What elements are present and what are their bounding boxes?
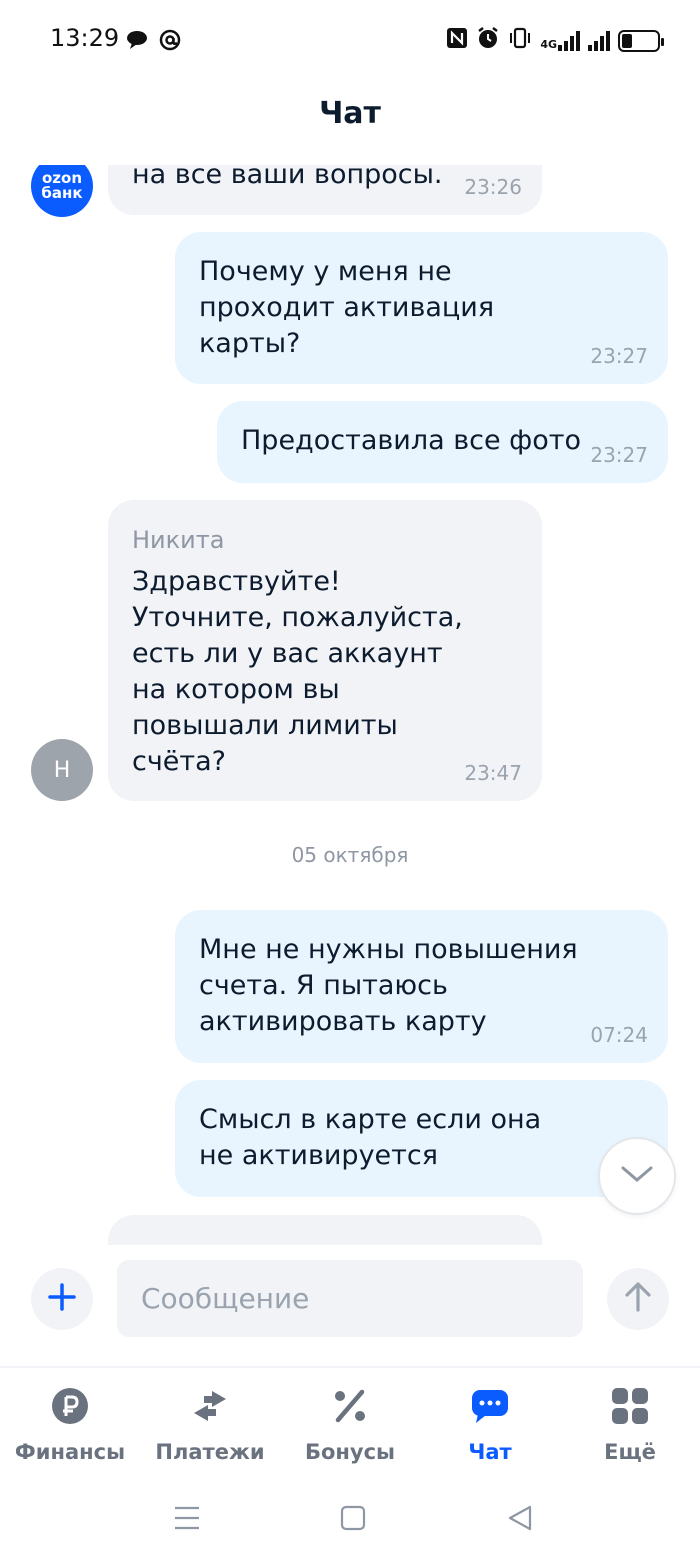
network-label: 4G bbox=[540, 37, 557, 51]
home-button[interactable] bbox=[333, 1504, 373, 1536]
message-text: Смысл в карте если она не активируется bbox=[199, 1104, 542, 1171]
vibrate-icon bbox=[508, 27, 532, 54]
page-title: Чат bbox=[319, 96, 381, 131]
message-outgoing: Почему у меня не проходит активация карт… bbox=[175, 232, 668, 384]
menu-icon bbox=[173, 1505, 201, 1535]
message-sender: Никита bbox=[132, 526, 225, 554]
message-text: на все ваши вопросы. bbox=[132, 165, 443, 190]
triangle-back-icon bbox=[507, 1505, 533, 1535]
message-composer bbox=[0, 1245, 700, 1365]
bottom-navigation: Финансы Платежи Бонусы Чат Ещё bbox=[0, 1366, 700, 1476]
attach-button[interactable] bbox=[31, 1268, 93, 1330]
at-sign-icon bbox=[158, 28, 182, 56]
message-outgoing: Мне не нужны повышения счета. Я пытаюсь … bbox=[175, 910, 668, 1063]
nav-item-payments[interactable]: Платежи bbox=[140, 1386, 280, 1476]
nav-item-bonuses[interactable]: Бонусы bbox=[280, 1386, 420, 1476]
transfer-arrows-icon bbox=[190, 1386, 230, 1426]
menu-button[interactable] bbox=[167, 1504, 207, 1536]
message-time: 23:47 bbox=[464, 761, 522, 785]
message-time: 07:24 bbox=[590, 1023, 648, 1047]
nav-item-finances[interactable]: Финансы bbox=[0, 1386, 140, 1476]
ruble-coin-icon bbox=[50, 1386, 90, 1426]
battery-icon bbox=[618, 29, 664, 52]
chevron-down-icon bbox=[620, 1164, 654, 1188]
status-right-icons: 4G bbox=[446, 26, 664, 55]
bank-logo-line2: банк bbox=[41, 184, 83, 202]
nfc-icon bbox=[446, 27, 468, 54]
plus-icon bbox=[47, 1282, 77, 1316]
nav-label: Финансы bbox=[14, 1440, 126, 1464]
system-navigation-bar bbox=[0, 1476, 700, 1563]
square-icon bbox=[340, 1505, 366, 1535]
message-time: 23:26 bbox=[464, 175, 522, 199]
send-button[interactable] bbox=[607, 1268, 669, 1330]
message-outgoing: Предоставила все фото 23:27 bbox=[217, 401, 668, 483]
chat-bubble-icon bbox=[126, 30, 148, 54]
message-incoming: Никита Здравствуйте! Уточните, пожалуйст… bbox=[108, 500, 542, 801]
signal-4g-icon: 4G bbox=[540, 30, 580, 51]
message-text: Мне не нужны повышения счета. Я пытаюсь … bbox=[199, 934, 578, 1037]
nav-label: Ещё bbox=[604, 1440, 656, 1464]
avatar-letter: Н bbox=[53, 757, 71, 783]
back-button[interactable] bbox=[500, 1504, 540, 1536]
message-time: 23:27 bbox=[590, 443, 648, 467]
message-text: Предоставила все фото bbox=[241, 425, 582, 456]
chat-messages[interactable]: на все ваши вопросы. 23:26 ozon банк Поч… bbox=[0, 165, 700, 1245]
message-time: 23:27 bbox=[590, 344, 648, 368]
message-text: Здравствуйте! Уточните, пожалуйста, есть… bbox=[132, 566, 463, 777]
status-bar: 13:29 4G bbox=[0, 0, 700, 80]
message-incoming bbox=[108, 1215, 542, 1245]
nav-item-more[interactable]: Ещё bbox=[560, 1386, 700, 1476]
nav-item-chat[interactable]: Чат bbox=[420, 1386, 560, 1476]
scroll-to-bottom-button[interactable] bbox=[598, 1137, 676, 1215]
nav-label: Бонусы bbox=[304, 1440, 396, 1464]
message-text: Почему у меня не проходит активация карт… bbox=[199, 256, 495, 359]
grid-icon bbox=[610, 1386, 650, 1426]
percent-icon bbox=[330, 1386, 370, 1426]
message-incoming: на все ваши вопросы. 23:26 bbox=[108, 165, 542, 215]
message-outgoing: Смысл в карте если она не активируется bbox=[175, 1080, 668, 1197]
alarm-icon bbox=[476, 26, 500, 55]
message-input[interactable] bbox=[117, 1260, 583, 1337]
agent-avatar: Н bbox=[31, 739, 93, 801]
status-time: 13:29 bbox=[50, 24, 120, 52]
bank-logo-avatar: ozon банк bbox=[31, 165, 93, 217]
arrow-up-icon bbox=[624, 1281, 652, 1317]
date-separator: 05 октября bbox=[291, 843, 409, 867]
nav-label: Чат bbox=[468, 1440, 512, 1464]
status-left-icons bbox=[126, 28, 182, 56]
nav-label: Платежи bbox=[155, 1440, 265, 1464]
signal-icon bbox=[588, 30, 610, 51]
chat-dots-icon bbox=[470, 1386, 510, 1426]
